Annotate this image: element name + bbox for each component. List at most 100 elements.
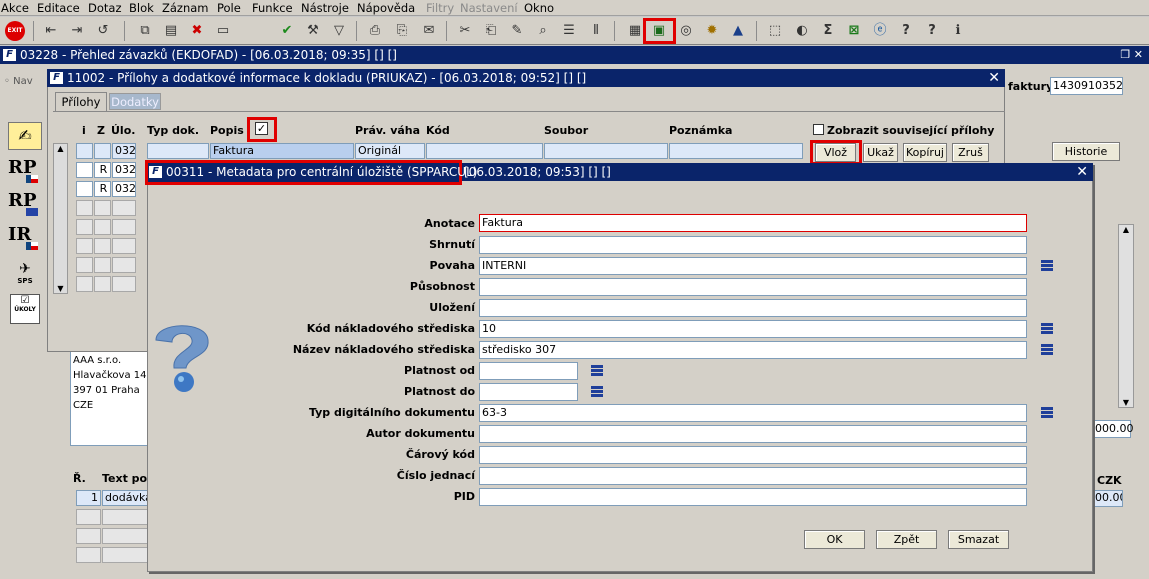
exit-icon[interactable]: EXIT — [5, 21, 25, 41]
calendar-icon[interactable] — [591, 364, 603, 380]
restore-icon[interactable]: ❐ ✕ — [1120, 46, 1143, 64]
menu-blok[interactable]: Blok — [129, 1, 154, 15]
row-i-cell[interactable] — [76, 162, 93, 178]
new-record-icon[interactable]: ▤ — [162, 22, 180, 40]
popis-checkbox[interactable]: ✓ — [255, 122, 268, 135]
scroll-down-icon[interactable]: ▼ — [54, 284, 67, 293]
faktury-field[interactable]: 1430910352 — [1050, 77, 1123, 95]
right-scrollbar[interactable]: ▲ ▼ — [1118, 224, 1134, 408]
row-empty-cell[interactable] — [76, 200, 93, 216]
print-preview-icon[interactable]: ⎘ — [393, 22, 411, 40]
tab-prilohy[interactable]: Přílohy — [55, 92, 107, 111]
item-empty-cell[interactable] — [76, 528, 101, 544]
typ-dokumentu-field[interactable]: 63-3 — [479, 404, 1027, 422]
scroll-up-icon[interactable]: ▲ — [1119, 225, 1133, 234]
row-z-cell[interactable]: R — [94, 162, 111, 178]
check-icon[interactable]: ✔ — [278, 22, 296, 40]
povaha-field[interactable]: INTERNI — [479, 257, 1027, 275]
search-icon[interactable]: ⌕ — [534, 22, 552, 40]
arrow-out-icon[interactable]: ↺ — [94, 22, 112, 40]
help-pointer-icon[interactable]: ? — [897, 22, 915, 40]
paste-icon[interactable]: ⎗ — [482, 22, 500, 40]
ok-button[interactable]: OK — [804, 530, 865, 549]
save-doc-icon[interactable]: ▣ — [650, 22, 668, 40]
ukaz-button[interactable]: Ukaž — [863, 143, 898, 162]
row-empty-cell[interactable] — [94, 238, 111, 254]
filter-icon[interactable]: ▽ — [330, 22, 348, 40]
list-of-values-icon[interactable] — [1041, 406, 1053, 422]
zrus-button[interactable]: Zruš — [952, 143, 989, 162]
excel-icon[interactable]: ⊠ — [845, 22, 863, 40]
item-empty-cell[interactable] — [102, 528, 150, 544]
gear-icon[interactable]: ✹ — [703, 22, 721, 40]
arrow-next-icon[interactable]: ⇥ — [68, 22, 86, 40]
edit-icon[interactable]: ✎ — [508, 22, 526, 40]
browser-icon[interactable]: ⓔ — [871, 22, 889, 40]
row-empty-cell[interactable] — [76, 219, 93, 235]
triangle-icon[interactable]: ▲ — [729, 22, 747, 40]
row-empty-cell[interactable] — [112, 219, 136, 235]
globe-icon[interactable]: ◎ — [677, 22, 695, 40]
row-ulo-cell[interactable]: 032 — [112, 181, 136, 197]
row-i-cell[interactable] — [76, 181, 93, 197]
kopiruj-button[interactable]: Kopíruj — [903, 143, 947, 162]
attach-grid-scrollbar[interactable]: ▲ ▼ — [53, 143, 68, 294]
row-empty-cell[interactable] — [76, 257, 93, 273]
ulozeni-field[interactable] — [479, 299, 1027, 317]
row-empty-cell[interactable] — [112, 238, 136, 254]
sps-plane-icon[interactable]: ✈ SPS — [10, 261, 40, 289]
platnost-do-field[interactable] — [479, 383, 578, 401]
row-amount-cell[interactable]: 00.00 — [1092, 490, 1123, 507]
item-r-cell[interactable]: 1 — [76, 490, 101, 506]
zpet-button[interactable]: Zpět — [876, 530, 937, 549]
item-empty-cell[interactable] — [102, 509, 150, 525]
attachment-hand-icon[interactable]: ✍ — [8, 122, 42, 150]
menu-nastroje[interactable]: Nástroje — [301, 1, 349, 15]
row-poznamka-cell[interactable] — [669, 143, 803, 159]
autor-field[interactable] — [479, 425, 1027, 443]
row-empty-cell[interactable] — [94, 257, 111, 273]
info-icon[interactable]: ℹ — [949, 22, 967, 40]
menu-akce[interactable]: Akce — [1, 1, 29, 15]
mail-icon[interactable]: ✉ — [420, 22, 438, 40]
smazat-button[interactable]: Smazat — [948, 530, 1009, 549]
pid-field[interactable] — [479, 488, 1027, 506]
row-ulo-cell[interactable]: 032 — [112, 162, 136, 178]
close-icon[interactable]: ✕ — [1076, 163, 1088, 181]
scroll-down-icon[interactable]: ▼ — [1119, 398, 1133, 407]
nazev-strediska-field[interactable]: středisko 307 — [479, 341, 1027, 359]
row-prav-cell[interactable]: Originál — [355, 143, 425, 159]
show-related-checkbox[interactable] — [813, 124, 824, 135]
columns-icon[interactable]: ⫴ — [587, 22, 605, 40]
menu-editace[interactable]: Editace — [37, 1, 80, 15]
item-text-cell[interactable]: dodávka_ — [102, 490, 150, 506]
list-of-values-icon[interactable] — [1041, 343, 1053, 359]
menu-pole[interactable]: Pole — [217, 1, 241, 15]
close-icon[interactable]: ✕ — [988, 69, 1000, 87]
menu-funkce[interactable]: Funkce — [252, 1, 293, 15]
list-of-values-icon[interactable] — [1041, 259, 1053, 275]
sum-icon[interactable]: Σ — [819, 22, 837, 40]
attachment-icon[interactable]: ▦ — [626, 22, 644, 40]
disk-icon[interactable]: ◐ — [793, 22, 811, 40]
anotace-field[interactable]: Faktura — [479, 214, 1027, 232]
vloz-button[interactable]: Vlož — [815, 143, 856, 162]
row-empty-cell[interactable] — [94, 219, 111, 235]
kod-strediska-field[interactable]: 10 — [479, 320, 1027, 338]
copy-record-icon[interactable]: ⧉ — [136, 22, 154, 40]
print-icon[interactable]: ⎙ — [366, 22, 384, 40]
row-empty-cell[interactable] — [112, 276, 136, 292]
tasks-icon[interactable]: ☑ ÚKOLY — [10, 294, 40, 324]
item-empty-cell[interactable] — [102, 547, 150, 563]
row-i-cell[interactable] — [76, 143, 93, 159]
cislo-jednaci-field[interactable] — [479, 467, 1027, 485]
row-z-cell[interactable]: R — [94, 181, 111, 197]
menu-napoveda[interactable]: Nápověda — [357, 1, 415, 15]
platnost-od-field[interactable] — [479, 362, 578, 380]
row-soubor-cell[interactable] — [544, 143, 668, 159]
pusobnost-field[interactable] — [479, 278, 1027, 296]
arrow-in-icon[interactable]: ⇤ — [42, 22, 60, 40]
item-empty-cell[interactable] — [76, 547, 101, 563]
item-empty-cell[interactable] — [76, 509, 101, 525]
tab-dodatky[interactable]: Dodatky — [109, 93, 161, 110]
